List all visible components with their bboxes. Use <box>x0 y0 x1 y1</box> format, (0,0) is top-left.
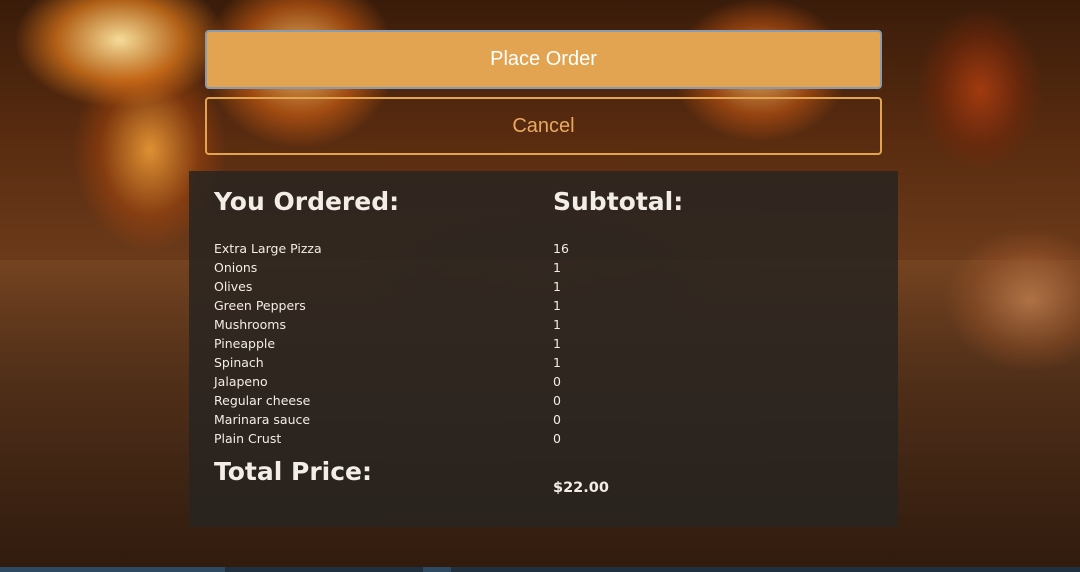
list-item-subtotal: 1 <box>553 355 561 370</box>
list-item-subtotal: 1 <box>553 317 561 332</box>
list-item-subtotal: 16 <box>553 241 569 256</box>
bottom-bar-segment <box>0 567 225 572</box>
list-item-subtotal: 1 <box>553 260 561 275</box>
subtotal-list: 16 1 1 1 1 1 1 0 0 0 0 <box>553 239 569 448</box>
list-item-name: Olives <box>214 279 253 294</box>
list-item-subtotal: 0 <box>553 374 561 389</box>
place-order-button[interactable]: Place Order <box>205 30 882 89</box>
order-summary-panel: You Ordered: Subtotal: Extra Large Pizza… <box>189 171 898 527</box>
list-item-name: Onions <box>214 260 258 275</box>
list-item-subtotal: 0 <box>553 431 561 446</box>
list-item-subtotal: 1 <box>553 336 561 351</box>
list-item-name: Jalapeno <box>214 374 268 389</box>
subtotal-heading: Subtotal: <box>553 187 684 216</box>
bottom-bar <box>0 567 1080 572</box>
list-item-name: Marinara sauce <box>214 412 311 427</box>
list-item-name: Spinach <box>214 355 264 370</box>
list-item-subtotal: 1 <box>553 279 561 294</box>
list-item-subtotal: 1 <box>553 298 561 313</box>
total-price-heading: Total Price: <box>214 457 372 486</box>
bottom-bar-segment <box>423 567 451 572</box>
cancel-button[interactable]: Cancel <box>205 97 882 155</box>
list-item-name: Regular cheese <box>214 393 311 408</box>
list-item-name: Green Peppers <box>214 298 306 313</box>
list-item-name: Extra Large Pizza <box>214 241 322 256</box>
list-item-subtotal: 0 <box>553 393 561 408</box>
ordered-items-list: Extra Large Pizza Onions Olives Green Pe… <box>214 239 322 448</box>
total-price-value: $22.00 <box>553 480 609 496</box>
ordered-heading: You Ordered: <box>214 187 400 216</box>
list-item-subtotal: 0 <box>553 412 561 427</box>
list-item-name: Mushrooms <box>214 317 286 332</box>
list-item-name: Plain Crust <box>214 431 282 446</box>
list-item-name: Pineapple <box>214 336 276 351</box>
